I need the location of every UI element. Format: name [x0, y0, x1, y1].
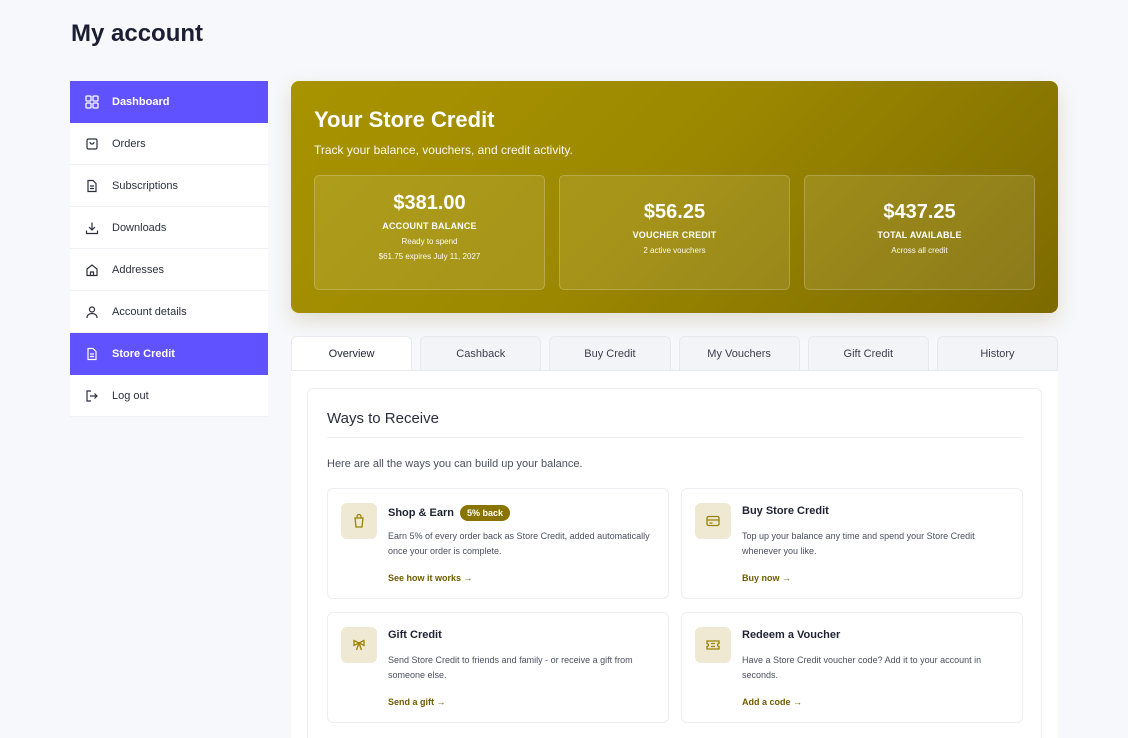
sidebar-item-downloads[interactable]: Downloads — [70, 207, 268, 249]
gift-bow-icon — [341, 627, 377, 663]
stat-note-expiry: $61.75 expires July 11, 2027 — [378, 252, 481, 261]
document-icon — [85, 347, 99, 361]
tab-history[interactable]: History — [936, 336, 1059, 371]
option-description: Earn 5% of every order back as Store Cre… — [388, 531, 650, 556]
cashback-badge: 5% back — [460, 505, 511, 521]
stat-label: VOUCHER CREDIT — [632, 230, 717, 240]
option-gift-credit: Gift Credit Send Store Credit to friends… — [327, 612, 669, 723]
sidebar-item-label: Orders — [112, 137, 146, 150]
stat-note: Across all credit — [891, 246, 948, 255]
stat-label: TOTAL AVAILABLE — [877, 230, 962, 240]
sidebar-item-label: Subscriptions — [112, 179, 179, 192]
hero-subtitle: Track your balance, vouchers, and credit… — [314, 143, 573, 157]
sidebar-item-label: Log out — [112, 389, 149, 402]
sidebar-item-label: Downloads — [112, 221, 167, 234]
add-a-code-link[interactable]: Add a code → — [742, 697, 802, 707]
option-redeem-voucher: Redeem a Voucher Have a Store Credit vou… — [681, 612, 1023, 723]
stat-value: $437.25 — [883, 201, 956, 223]
overview-panel: Ways to Receive Here are all the ways yo… — [291, 370, 1058, 738]
sidebar-item-label: Store Credit — [112, 347, 175, 360]
sidebar-item-account-details[interactable]: Account details — [70, 291, 268, 333]
sidebar-item-label: Addresses — [112, 263, 164, 276]
user-icon — [85, 305, 99, 319]
stat-note: Ready to spend — [401, 237, 458, 246]
divider — [327, 437, 1022, 438]
sidebar-item-store-credit[interactable]: Store Credit — [70, 333, 268, 375]
sidebar-item-log-out[interactable]: Log out — [70, 375, 268, 417]
see-how-it-works-link[interactable]: See how it works → — [388, 573, 473, 583]
store-credit-hero: Your Store Credit Track your balance, vo… — [291, 81, 1058, 313]
sidebar-item-orders[interactable]: Orders — [70, 123, 268, 165]
download-icon — [85, 221, 99, 235]
shopping-bag-icon — [341, 503, 377, 539]
sidebar-item-label: Account details — [112, 305, 187, 318]
option-title: Redeem a Voucher — [742, 629, 841, 641]
home-icon — [85, 263, 99, 277]
stat-value: $56.25 — [643, 201, 706, 223]
option-title: Gift Credit — [388, 629, 442, 641]
ticket-icon — [695, 627, 731, 663]
option-shop-and-earn: Shop & Earn 5% back Earn 5% of every ord… — [327, 488, 669, 599]
tab-gift-credit[interactable]: Gift Credit — [807, 336, 929, 371]
account-sidebar: Dashboard Orders Subscriptions Downloads… — [70, 81, 268, 417]
page-title: My account — [71, 20, 204, 47]
tab-buy-credit[interactable]: Buy Credit — [549, 336, 671, 371]
option-description: Send Store Credit to friends and family … — [388, 655, 633, 680]
ways-description: Here are all the ways you can build up y… — [327, 458, 583, 470]
buy-now-link[interactable]: Buy now → — [742, 573, 791, 583]
voucher-credit-stat: $56.25 VOUCHER CREDIT 2 active vouchers — [559, 175, 790, 290]
sidebar-item-label: Dashboard — [112, 95, 170, 108]
credit-card-icon — [695, 503, 731, 539]
send-a-gift-link[interactable]: Send a gift → — [388, 697, 446, 707]
stat-label: ACCOUNT BALANCE — [382, 221, 477, 231]
document-icon — [85, 179, 99, 193]
tab-cashback[interactable]: Cashback — [420, 336, 542, 371]
grid-icon — [85, 94, 99, 109]
tab-overview[interactable]: Overview — [291, 336, 413, 371]
option-title: Buy Store Credit — [742, 505, 829, 517]
sidebar-item-dashboard[interactable]: Dashboard — [70, 81, 268, 123]
account-balance-stat: $381.00 ACCOUNT BALANCE Ready to spend $… — [314, 175, 545, 290]
store-credit-tabs: Overview Cashback Buy Credit My Vouchers… — [291, 336, 1059, 371]
sidebar-item-addresses[interactable]: Addresses — [70, 249, 268, 291]
bag-icon — [85, 137, 99, 151]
ways-to-receive-card: Ways to Receive Here are all the ways yo… — [307, 388, 1042, 738]
option-description: Top up your balance any time and spend y… — [742, 531, 975, 556]
sidebar-item-subscriptions[interactable]: Subscriptions — [70, 165, 268, 207]
option-buy-store-credit: Buy Store Credit Top up your balance any… — [681, 488, 1023, 599]
ways-title: Ways to Receive — [327, 410, 439, 427]
total-available-stat: $437.25 TOTAL AVAILABLE Across all credi… — [804, 175, 1035, 290]
tab-my-vouchers[interactable]: My Vouchers — [678, 336, 800, 371]
logout-icon — [85, 389, 99, 403]
option-title: Shop & Earn — [388, 507, 455, 519]
hero-title: Your Store Credit — [314, 107, 495, 132]
option-description: Have a Store Credit voucher code? Add it… — [742, 655, 982, 680]
stat-value: $381.00 — [393, 192, 466, 214]
stat-note: 2 active vouchers — [643, 246, 706, 255]
